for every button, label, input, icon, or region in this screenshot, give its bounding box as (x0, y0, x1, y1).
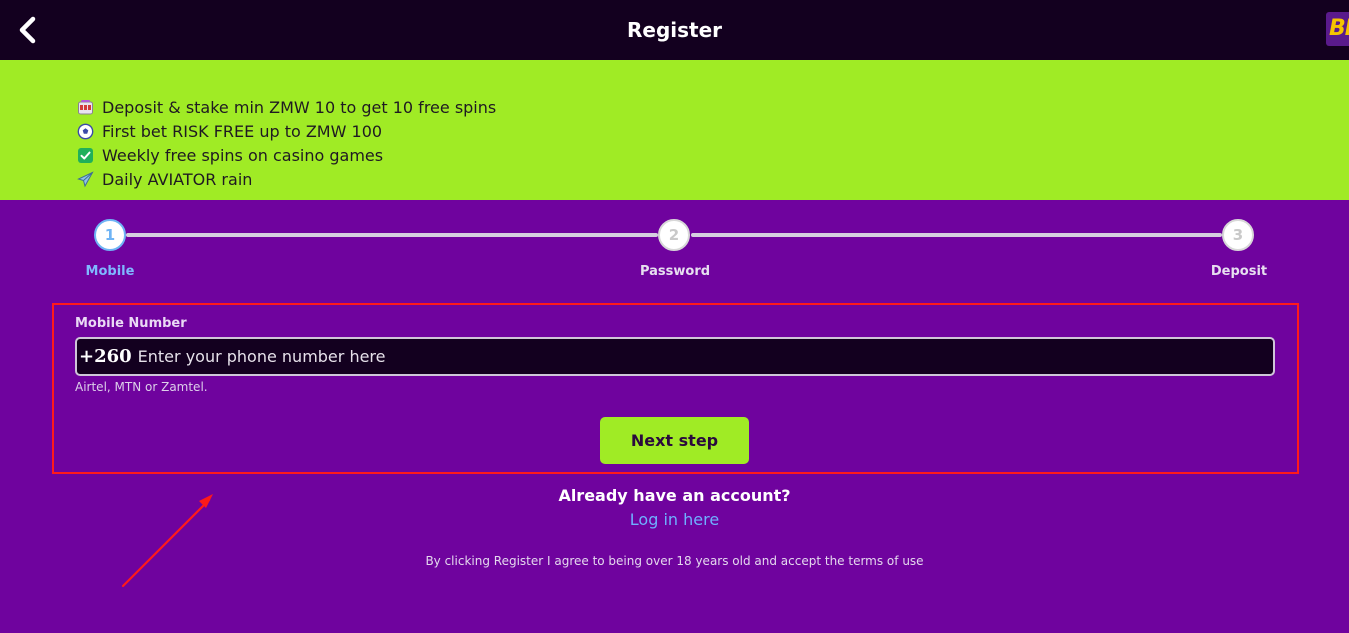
airplane-icon (77, 170, 94, 188)
promo-item: First bet RISK FREE up to ZMW 100 (77, 119, 496, 143)
brand-logo[interactable]: BE (1326, 12, 1349, 46)
chevron-left-icon (19, 16, 36, 44)
registration-stepper: 1 2 3 Mobile Password Deposit (0, 200, 1349, 290)
step-2-circle[interactable]: 2 (658, 219, 690, 251)
country-code-prefix: +260 (79, 346, 132, 367)
step-1-circle[interactable]: 1 (94, 219, 126, 251)
step-3-label: Deposit (1210, 264, 1268, 279)
promo-text: Daily AVIATOR rain (102, 169, 253, 189)
brand-logo-text: BE (1329, 16, 1349, 41)
register-page: Register BE Depo (0, 0, 1349, 633)
promo-item: Daily AVIATOR rain (77, 167, 496, 191)
step-connector (691, 233, 1222, 237)
check-mark-icon (77, 147, 94, 164)
promo-item: Deposit & stake min ZMW 10 to get 10 fre… (77, 95, 496, 119)
back-button[interactable] (14, 14, 42, 46)
slot-machine-icon (77, 99, 94, 116)
soccer-ball-icon (77, 123, 94, 140)
step-1-label: Mobile (85, 264, 135, 279)
phone-hint: Airtel, MTN or Zamtel. (75, 380, 208, 394)
step-3-circle[interactable]: 3 (1222, 219, 1254, 251)
promo-text: First bet RISK FREE up to ZMW 100 (102, 121, 383, 141)
step-connector (126, 233, 658, 237)
phone-field[interactable]: +260 (75, 337, 1275, 376)
promo-text: Weekly free spins on casino games (102, 145, 384, 165)
page-title: Register (626, 18, 723, 42)
step-2-label: Password (639, 264, 711, 279)
phone-number-input[interactable] (137, 339, 1273, 374)
annotation-arrow-icon (121, 494, 213, 588)
top-header: Register BE (0, 0, 1349, 60)
promo-text: Deposit & stake min ZMW 10 to get 10 fre… (102, 97, 497, 117)
promo-banner: Deposit & stake min ZMW 10 to get 10 fre… (0, 60, 1349, 200)
next-step-button[interactable]: Next step (600, 417, 749, 464)
mobile-number-label: Mobile Number (75, 316, 187, 331)
promo-item: Weekly free spins on casino games (77, 143, 496, 167)
promo-list: Deposit & stake min ZMW 10 to get 10 fre… (77, 95, 496, 191)
